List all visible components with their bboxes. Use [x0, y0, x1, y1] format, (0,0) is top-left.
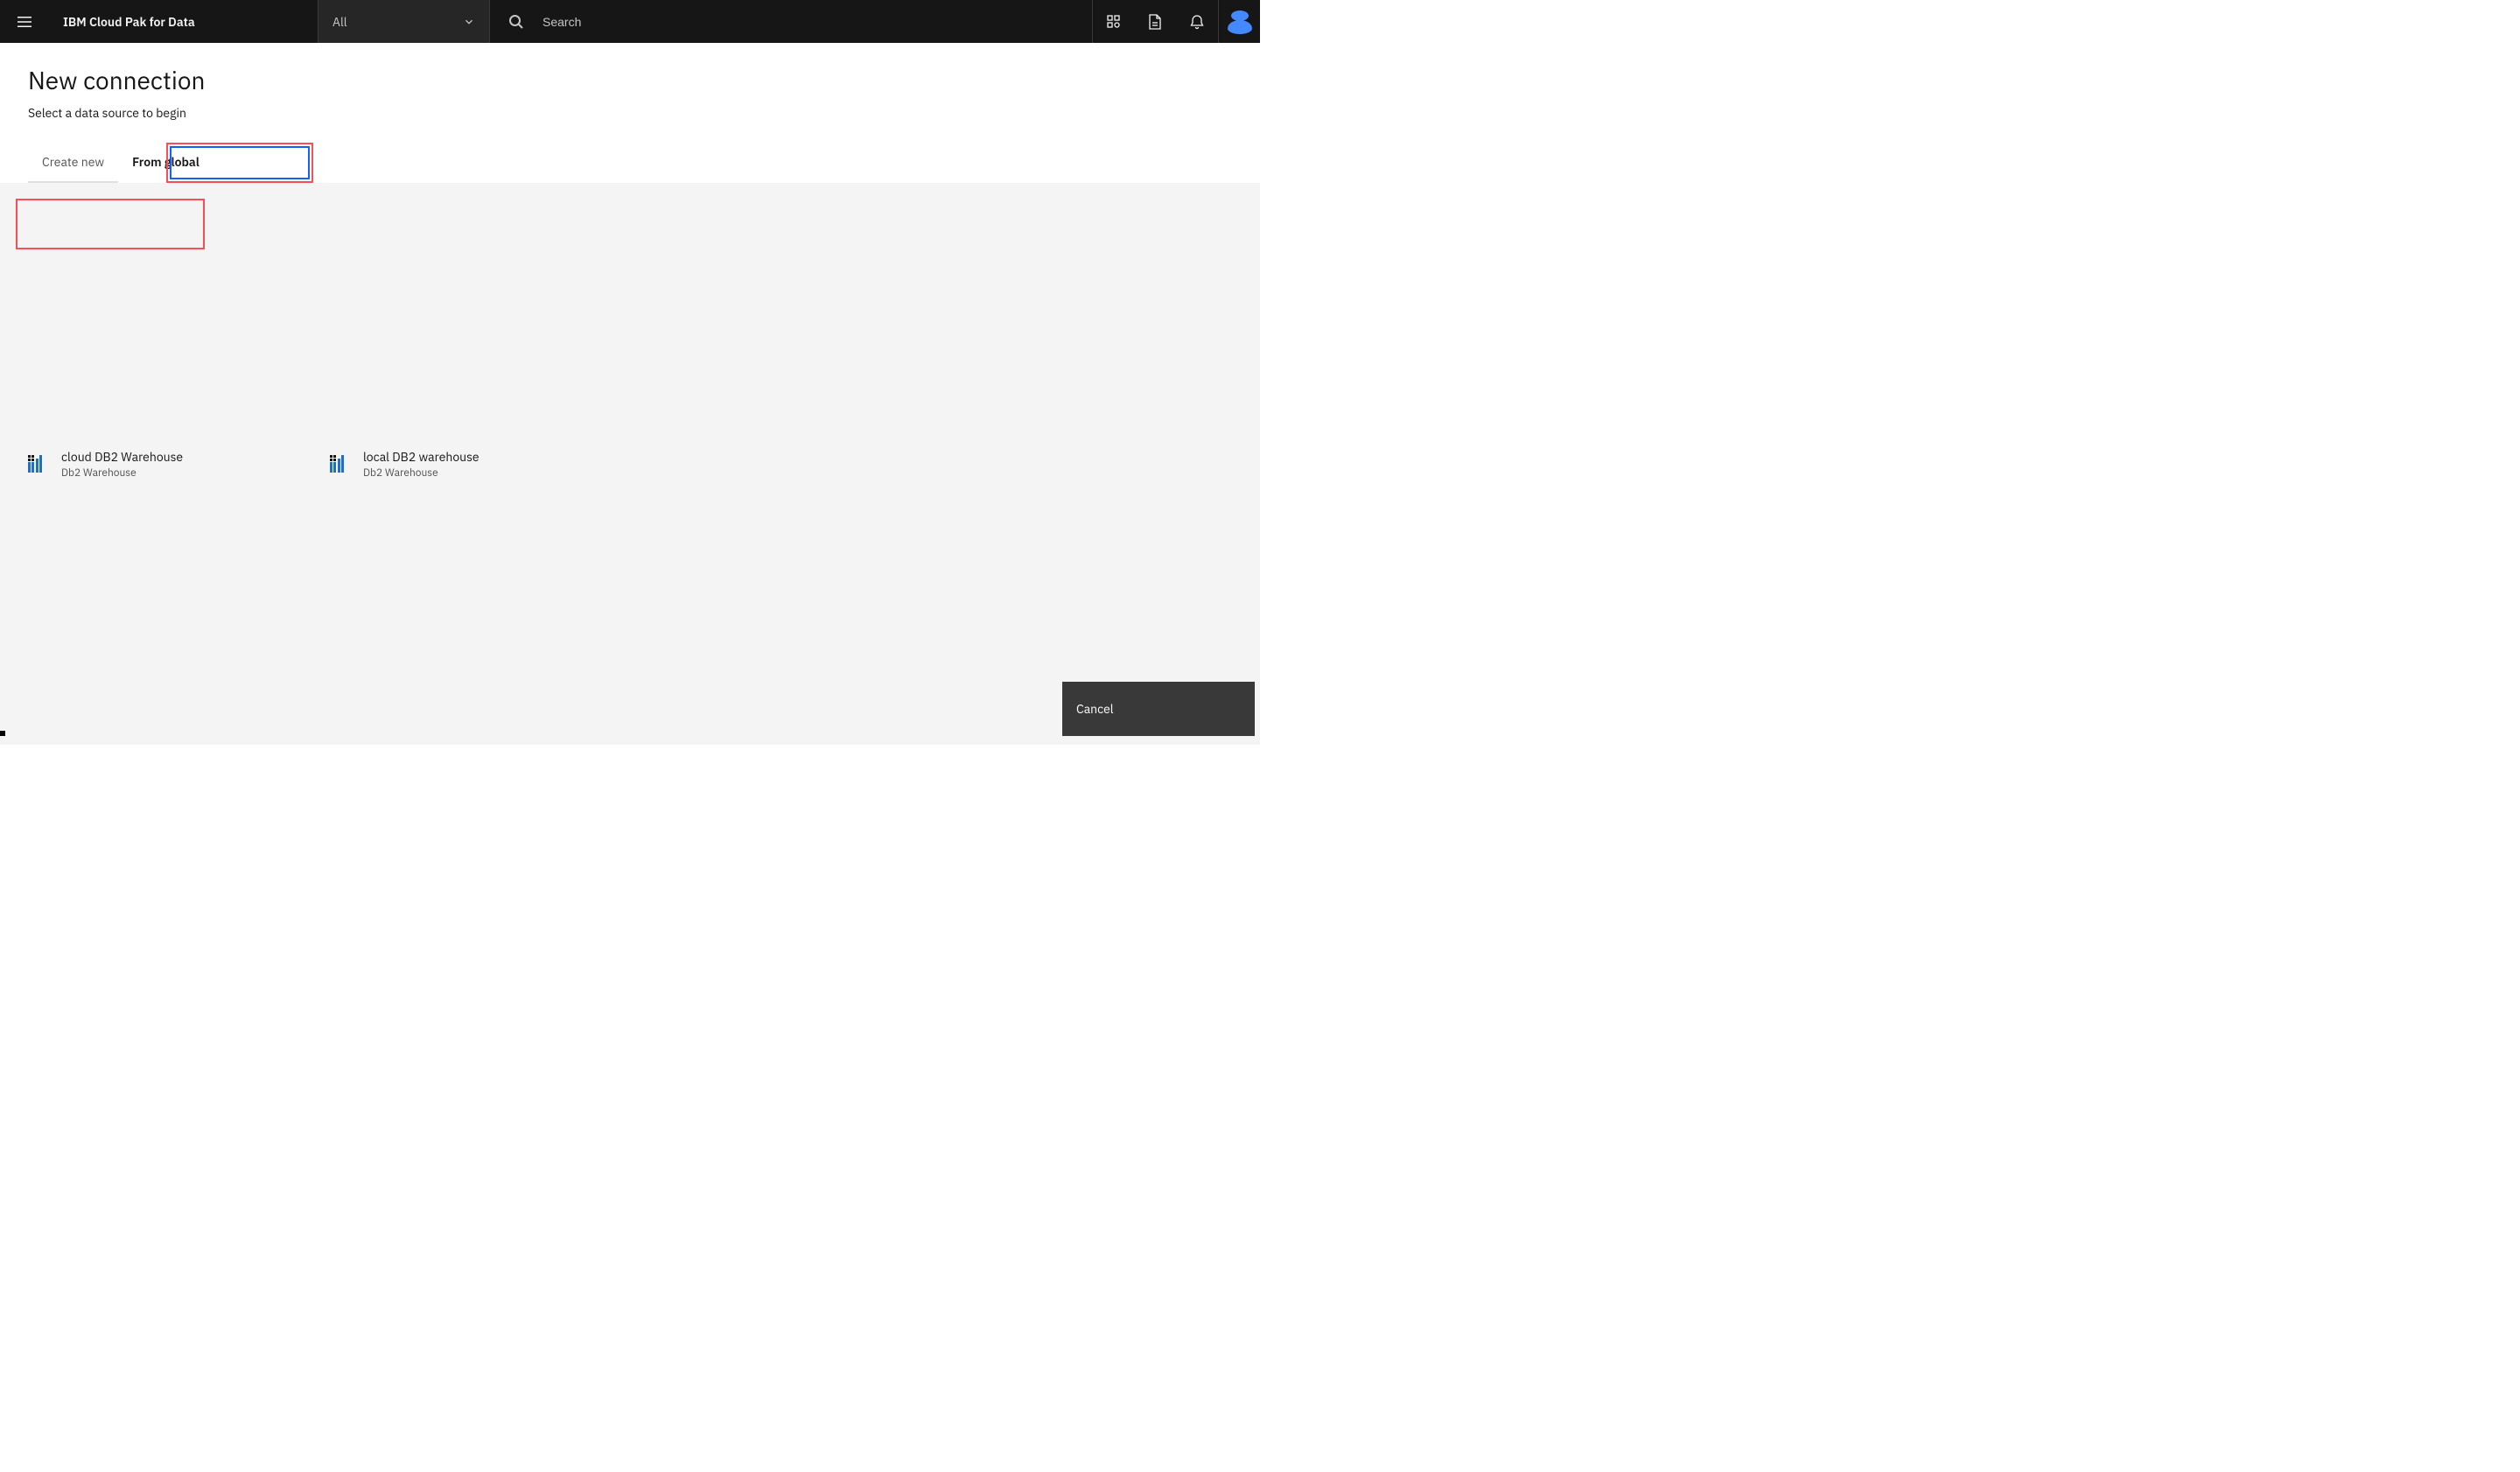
cancel-button[interactable]: Cancel: [1062, 682, 1255, 736]
warehouse-icon: [28, 454, 47, 473]
product-name[interactable]: IBM Cloud Pak for Data: [63, 14, 195, 30]
scope-dropdown[interactable]: All: [318, 0, 490, 43]
header-left: IBM Cloud Pak for Data: [0, 0, 318, 43]
menu-icon[interactable]: [14, 11, 35, 32]
chevron-down-icon: [463, 16, 475, 28]
page-header: New connection Select a data source to b…: [0, 43, 1260, 183]
header-actions: [1092, 0, 1260, 43]
connection-card[interactable]: local DB2 warehouse Db2 Warehouse: [319, 204, 621, 724]
page-subtitle: Select a data source to begin: [28, 105, 1232, 121]
avatar[interactable]: [1218, 0, 1260, 43]
scope-dropdown-label: All: [332, 14, 347, 30]
connection-text: cloud DB2 Warehouse Db2 Warehouse: [61, 449, 183, 480]
connection-type: Db2 Warehouse: [61, 466, 183, 480]
page-title: New connection: [28, 64, 1232, 96]
connection-name: local DB2 warehouse: [363, 449, 480, 465]
decorative-corner: [0, 731, 5, 736]
tab-from-global[interactable]: From global: [118, 144, 214, 183]
connection-type: Db2 Warehouse: [363, 466, 480, 480]
global-header: IBM Cloud Pak for Data All: [0, 0, 1260, 43]
global-search: [490, 0, 1092, 43]
warehouse-icon: [330, 454, 349, 473]
document-icon[interactable]: [1134, 0, 1176, 43]
tabs: Create new From global: [28, 144, 1232, 183]
connection-text: local DB2 warehouse Db2 Warehouse: [363, 449, 480, 480]
connections-grid: cloud DB2 Warehouse Db2 Warehouse local …: [0, 183, 1260, 745]
tab-create-new[interactable]: Create new: [28, 144, 118, 183]
bell-icon[interactable]: [1176, 0, 1218, 43]
switcher-icon[interactable]: [1092, 0, 1134, 43]
connection-card[interactable]: cloud DB2 Warehouse Db2 Warehouse: [18, 204, 319, 724]
search-input[interactable]: [542, 15, 805, 29]
connection-name: cloud DB2 Warehouse: [61, 449, 183, 465]
search-icon[interactable]: [508, 13, 525, 31]
cancel-label: Cancel: [1076, 701, 1114, 717]
footer: Cancel: [1062, 682, 1260, 736]
